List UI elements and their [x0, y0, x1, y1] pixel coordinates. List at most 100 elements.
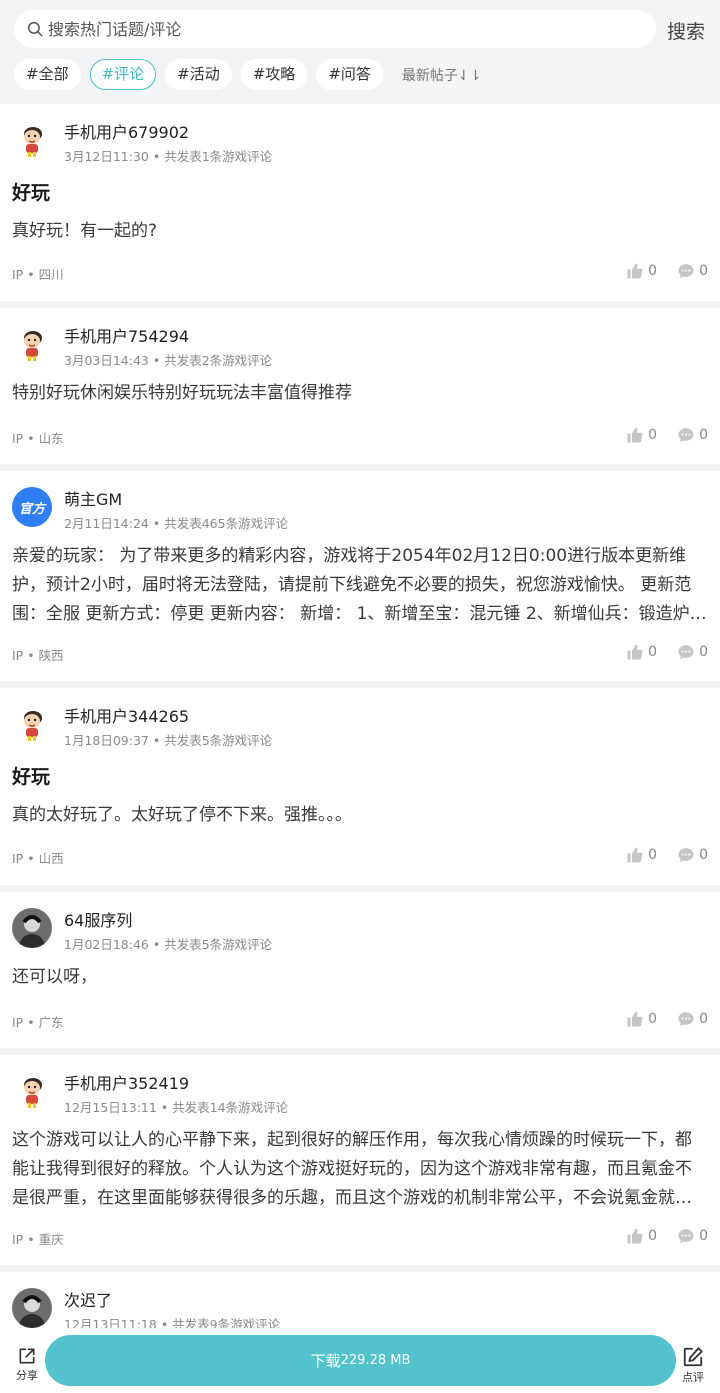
comment-button[interactable]: 0 [677, 1227, 708, 1245]
post-meta: 1月18日09:37 • 共发表5条游戏评论 [64, 733, 273, 748]
post-body: 还可以呀， [12, 967, 97, 987]
search-input[interactable] [48, 19, 608, 39]
top-bar: 搜索 #全部 #评论 #活动 #攻略 #问答 最新帖子⇃⇂ [0, 0, 720, 104]
post-time: 12月15日13:11 [64, 1100, 157, 1115]
comment-count: 0 [699, 427, 708, 443]
official-badge-avatar[interactable]: 官方 [12, 487, 52, 527]
sort-dropdown[interactable]: 最新帖子⇃⇂ [402, 65, 481, 85]
tag-all[interactable]: #全部 [14, 59, 81, 90]
post-title: 好玩 [12, 182, 51, 204]
post-stats: 0 0 [626, 846, 708, 864]
thumbs-up-icon [626, 262, 644, 280]
username[interactable]: 64服序列 [64, 907, 132, 931]
comment-button[interactable]: 0 [677, 643, 708, 661]
official-badge-text: 官方 [18, 501, 45, 517]
thumbs-up-icon [626, 426, 644, 444]
post-time: 3月12日11:30 [64, 149, 149, 164]
avatar[interactable] [12, 1288, 52, 1328]
like-count: 0 [648, 847, 658, 863]
ip-region: 四川 [38, 267, 64, 282]
like-count: 0 [648, 1228, 658, 1244]
post-body: 真的太好玩了。太好玩了停不下来。强推。。。 [12, 805, 352, 825]
post-card[interactable]: 官方 萌主GM 2月11日14:24 • 共发表465条游戏评论 亲爱的玩家： … [0, 471, 720, 681]
like-button[interactable]: 0 [626, 643, 657, 661]
avatar[interactable] [12, 324, 52, 364]
username[interactable]: 手机用户352419 [64, 1070, 189, 1094]
ip-region: 山东 [38, 431, 64, 446]
avatar[interactable] [12, 120, 52, 160]
post-card[interactable]: 64服序列 1月02日18:46 • 共发表5条游戏评论 还可以呀， IP • … [0, 892, 720, 1048]
post-card[interactable]: 手机用户352419 12月15日13:11 • 共发表14条游戏评论 这个游戏… [0, 1055, 720, 1265]
post-time: 1月18日09:37 [64, 733, 149, 748]
ip-region: 山西 [38, 851, 64, 866]
tag-review[interactable]: #评论 [89, 59, 157, 90]
tag-activity[interactable]: #活动 [165, 59, 232, 90]
comment-icon [677, 1227, 695, 1245]
comment-button[interactable]: 0 [677, 1010, 708, 1028]
ip-location: IP • 重庆 [12, 1232, 64, 1247]
post-stats: 0 0 [626, 1010, 708, 1028]
username[interactable]: 手机用户344265 [64, 703, 189, 727]
comment-icon [677, 262, 695, 280]
comment-button[interactable]: 0 [677, 262, 708, 280]
username[interactable]: 手机用户754294 [64, 323, 189, 347]
like-button[interactable]: 0 [626, 262, 657, 280]
ip-region: 重庆 [38, 1232, 64, 1247]
username[interactable]: 手机用户679902 [64, 119, 189, 143]
review-label: 点评 [682, 1371, 704, 1384]
post-time: 2月11日14:24 [64, 516, 149, 531]
review-button[interactable]: 点评 [676, 1346, 710, 1385]
thumbs-up-icon [626, 1227, 644, 1245]
comment-count: 0 [699, 1011, 708, 1027]
ip-region: 陕西 [38, 648, 64, 663]
ip-location: IP • 山东 [12, 431, 64, 446]
avatar[interactable] [12, 704, 52, 744]
post-card[interactable]: 手机用户754294 3月03日14:43 • 共发表2条游戏评论 特别好玩休闲… [0, 308, 720, 464]
comment-icon [677, 426, 695, 444]
bottom-action-bar: 分享 下载 229.28 MB 点评 [0, 1328, 720, 1393]
ip-label: IP [12, 267, 24, 282]
share-label: 分享 [16, 1369, 38, 1382]
search-button[interactable]: 搜索 [667, 17, 705, 44]
edit-icon [683, 1347, 703, 1367]
ip-location: IP • 陕西 [12, 648, 64, 663]
like-button[interactable]: 0 [626, 846, 657, 864]
post-card[interactable]: 手机用户344265 1月18日09:37 • 共发表5条游戏评论 好玩 真的太… [0, 688, 720, 885]
comment-button[interactable]: 0 [677, 426, 708, 444]
tag-qa[interactable]: #问答 [316, 59, 383, 90]
post-card[interactable]: 手机用户679902 3月12日11:30 • 共发表1条游戏评论 好玩 真好玩… [0, 104, 720, 301]
like-button[interactable]: 0 [626, 426, 657, 444]
post-meta: 1月02日18:46 • 共发表5条游戏评论 [64, 937, 273, 952]
download-button[interactable]: 下载 229.28 MB [45, 1335, 676, 1386]
username[interactable]: 次迟了 [64, 1287, 112, 1311]
avatar[interactable] [12, 1071, 52, 1111]
comment-icon [677, 643, 695, 661]
like-count: 0 [648, 1011, 658, 1027]
avatar[interactable] [12, 908, 52, 948]
post-body: 真好玩！有一起的? [12, 221, 158, 241]
post-stats: 0 0 [626, 426, 708, 444]
review-count: 共发表1条游戏评论 [164, 149, 273, 164]
username[interactable]: 萌主GM [64, 486, 122, 510]
post-time: 1月02日18:46 [64, 937, 149, 952]
thumbs-up-icon [626, 1010, 644, 1028]
post-title: 好玩 [12, 766, 51, 788]
post-body: 特别好玩休闲娱乐特别好玩玩法丰富值得推荐 [12, 383, 352, 403]
like-button[interactable]: 0 [626, 1227, 657, 1245]
ip-label: IP [12, 1015, 24, 1030]
comment-count: 0 [699, 847, 708, 863]
review-count: 共发表2条游戏评论 [164, 353, 273, 368]
comment-button[interactable]: 0 [677, 846, 708, 864]
comment-count: 0 [699, 1228, 708, 1244]
like-count: 0 [648, 644, 658, 660]
like-button[interactable]: 0 [626, 1010, 657, 1028]
review-count: 共发表465条游戏评论 [164, 516, 289, 531]
download-size: 229.28 MB [340, 1353, 411, 1368]
search-box[interactable] [14, 10, 656, 48]
comment-icon [677, 1010, 695, 1028]
share-button[interactable]: 分享 [10, 1346, 44, 1383]
thumbs-up-icon [626, 846, 644, 864]
tag-guide[interactable]: #攻略 [240, 59, 308, 90]
ip-location: IP • 广东 [12, 1015, 64, 1030]
like-count: 0 [648, 427, 658, 443]
